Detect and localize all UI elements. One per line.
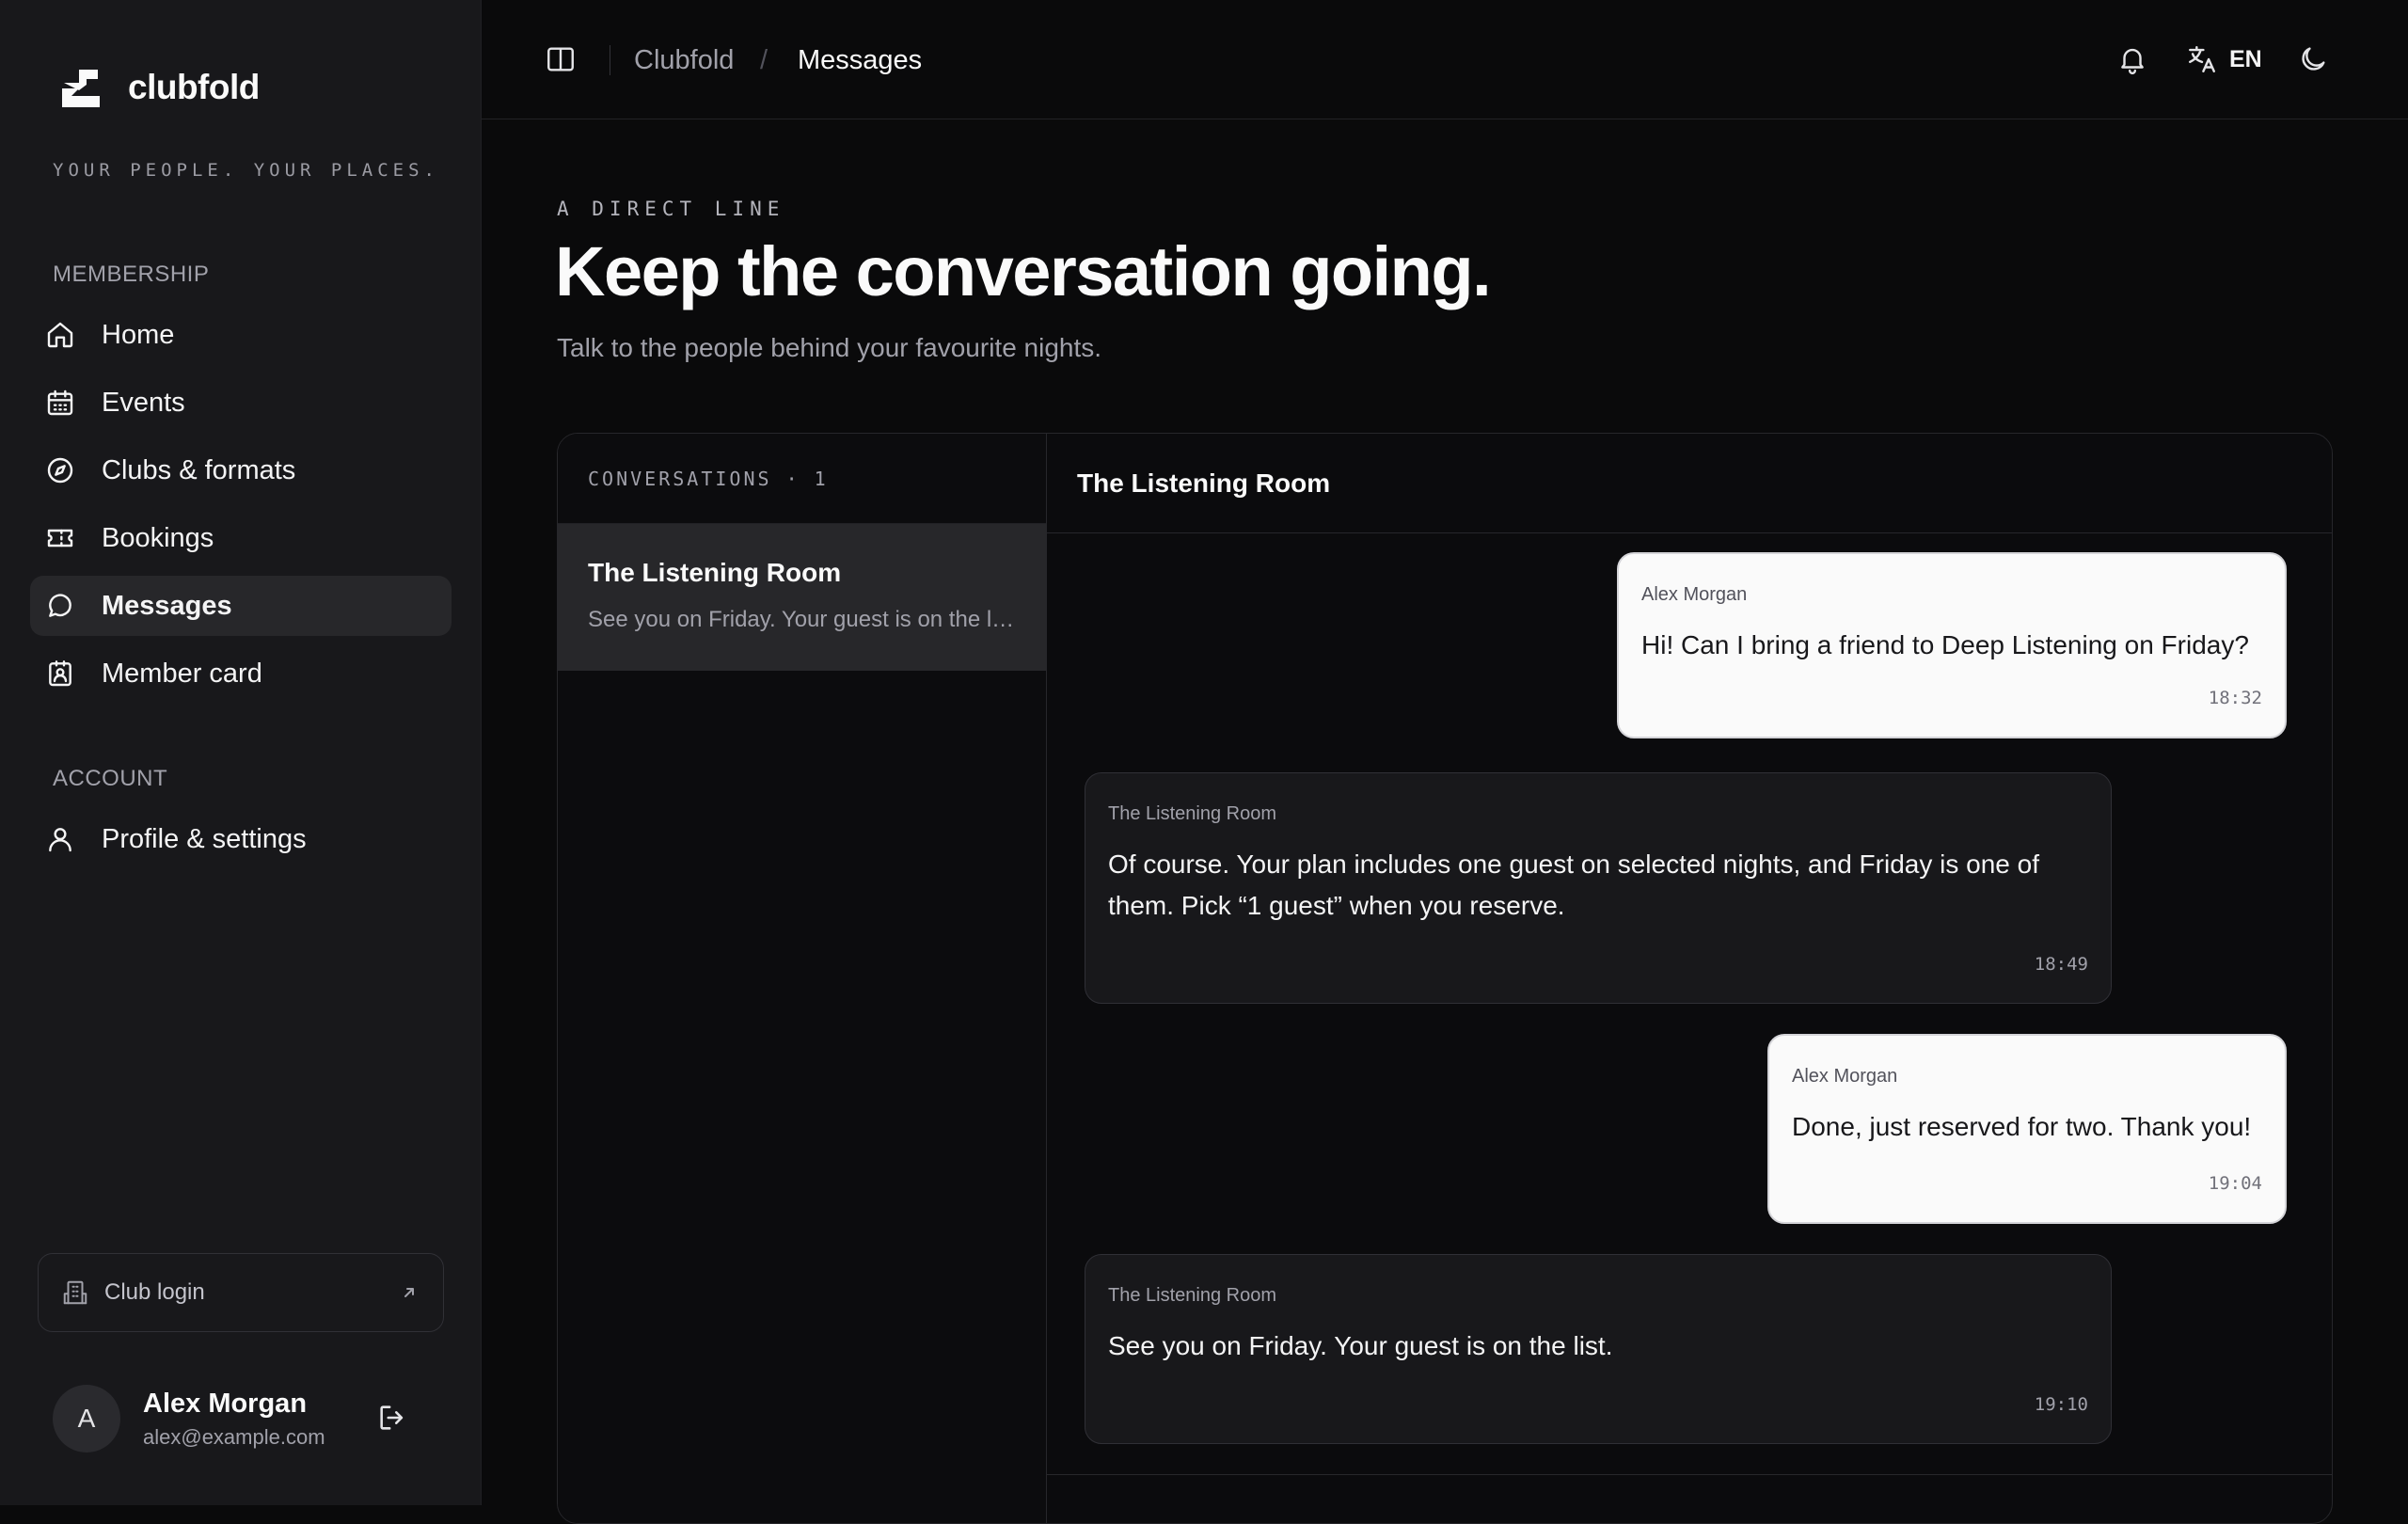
conversation-list: CONVERSATIONS · 1 The Listening Room See…: [558, 434, 1047, 1523]
sidebar-item-events[interactable]: Events: [30, 373, 452, 433]
user-icon: [49, 828, 71, 852]
message-text: Of course. Your plan includes one guest …: [1108, 849, 2039, 920]
message-bubble-own: Alex Morgan Hi! Can I bring a friend to …: [1617, 552, 2287, 738]
breadcrumb-separator: /: [760, 45, 768, 75]
id-card-icon: [49, 660, 71, 687]
calendar-icon: [47, 389, 73, 416]
brand[interactable]: clubfold: [58, 66, 260, 109]
section-label-membership: MEMBERSHIP: [53, 262, 210, 287]
breadcrumb-current: Messages: [798, 45, 923, 75]
sidebar: clubfold YOUR PEOPLE. YOUR PLACES. MEMBE…: [0, 0, 482, 1505]
home-icon: [47, 322, 73, 348]
page-subtitle: Talk to the people behind your favourite…: [557, 333, 1102, 362]
message-icon: [49, 594, 71, 617]
message-text: Hi! Can I bring a friend to Deep Listeni…: [1641, 630, 2249, 659]
sidebar-item-bookings[interactable]: Bookings: [30, 508, 452, 568]
building-icon: [63, 1280, 87, 1305]
sidebar-item-label: Bookings: [102, 522, 214, 553]
conversation-item[interactable]: The Listening Room See you on Friday. Yo…: [558, 524, 1046, 671]
top-bar: Clubfold / Messages EN: [482, 0, 2408, 119]
thread-title: The Listening Room: [1047, 434, 2332, 533]
sidebar-item-home[interactable]: Home: [30, 305, 452, 365]
conversation-preview: See you on Friday. Your guest is on the …: [588, 607, 1016, 632]
breadcrumb-root[interactable]: Clubfold: [634, 45, 734, 76]
sidebar-item-label: Profile & settings: [102, 823, 307, 854]
sidebar-item-messages[interactable]: Messages: [30, 576, 452, 636]
sidebar-item-label: Clubs & formats: [102, 454, 296, 485]
user-profile[interactable]: A Alex Morgan alex@example.com: [53, 1385, 325, 1453]
sidebar-item-label: Events: [102, 387, 185, 418]
brand-name: clubfold: [128, 68, 260, 106]
section-label-account: ACCOUNT: [53, 766, 168, 791]
message-time: 19:10: [2034, 1394, 2088, 1415]
message-text: Done, just reserved for two. Thank you!: [1792, 1112, 2252, 1141]
language-label: EN: [2229, 45, 2262, 72]
page-title: Keep the conversation going.: [555, 232, 1492, 310]
language-switcher[interactable]: EN: [2186, 43, 2262, 75]
external-arrow-icon: [404, 1288, 414, 1297]
message-bubble-other: The Listening Room Of course. Your plan …: [1085, 772, 2112, 1004]
message-time: 18:32: [2208, 688, 2262, 708]
message-time: 18:49: [2034, 954, 2088, 975]
message-thread: The Listening Room Alex Morgan Hi! Can I…: [1047, 434, 2332, 1523]
club-login-button[interactable]: Club login: [38, 1253, 444, 1332]
translate-icon: [2189, 46, 2215, 72]
notifications-bell-icon[interactable]: [2116, 43, 2148, 75]
message-sender: Alex Morgan: [1641, 584, 1748, 605]
message-sender: The Listening Room: [1108, 803, 1276, 824]
message-bubble-other: The Listening Room See you on Friday. Yo…: [1085, 1254, 2112, 1444]
dark-mode-moon-icon[interactable]: [2297, 43, 2329, 75]
avatar: A: [53, 1385, 120, 1453]
message-time: 19:04: [2208, 1173, 2262, 1194]
ticket-icon: [47, 529, 73, 548]
message-sender: Alex Morgan: [1792, 1066, 1898, 1087]
sidebar-item-label: Messages: [102, 590, 232, 621]
conversation-title: The Listening Room: [588, 558, 842, 587]
message-bubble-own: Alex Morgan Done, just reserved for two.…: [1767, 1034, 2287, 1224]
message-text: See you on Friday. Your guest is on the …: [1108, 1331, 1613, 1360]
composer-divider: [1047, 1474, 2332, 1475]
logout-icon[interactable]: [376, 1402, 408, 1434]
club-login-label: Club login: [104, 1279, 205, 1305]
sidebar-toggle-icon[interactable]: [544, 43, 578, 75]
user-email: alex@example.com: [143, 1424, 325, 1449]
brand-tagline: YOUR PEOPLE. YOUR PLACES.: [53, 160, 439, 181]
sidebar-item-label: Home: [102, 319, 175, 350]
conversation-list-header: CONVERSATIONS · 1: [558, 434, 1046, 524]
clubfold-logo-icon: [62, 70, 100, 107]
sidebar-item-clubs-formats[interactable]: Clubs & formats: [30, 440, 452, 500]
compass-icon: [47, 457, 73, 484]
user-name: Alex Morgan: [143, 1388, 308, 1419]
sidebar-item-member-card[interactable]: Member card: [30, 643, 452, 704]
sidebar-item-profile-settings[interactable]: Profile & settings: [30, 809, 452, 869]
sidebar-item-label: Member card: [102, 658, 262, 689]
messenger-panel: CONVERSATIONS · 1 The Listening Room See…: [557, 433, 2333, 1524]
hero-eyebrow: A DIRECT LINE: [557, 198, 785, 220]
message-sender: The Listening Room: [1108, 1285, 1276, 1306]
